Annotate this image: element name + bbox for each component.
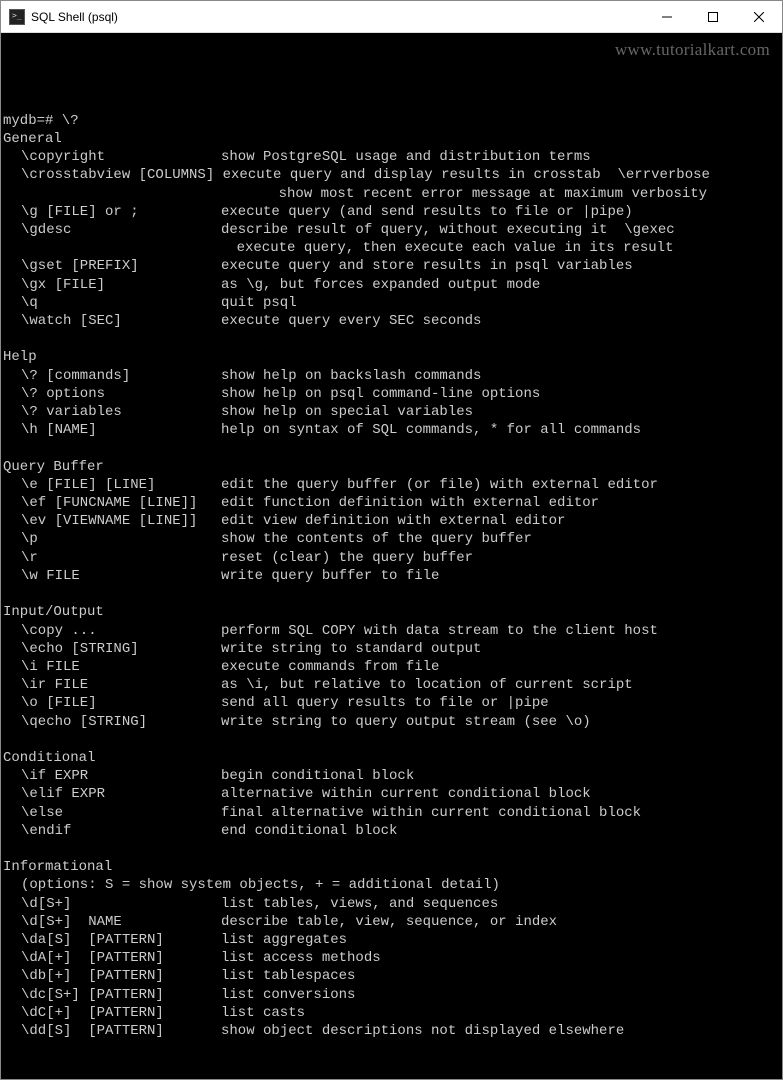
terminal-line: \d[S+] NAMEdescribe table, view, sequenc… [3,913,782,931]
terminal-line: \ir FILEas \i, but relative to location … [3,676,782,694]
terminal-line: \w FILEwrite query buffer to file [3,567,782,585]
terminal-line: \gdescdescribe result of query, without … [3,221,782,239]
terminal-line: \rreset (clear) the query buffer [3,549,782,567]
terminal-line: \i FILEexecute commands from file [3,658,782,676]
terminal-line: Query Buffer [3,458,782,476]
terminal-line [3,439,782,457]
terminal-line: \endifend conditional block [3,822,782,840]
terminal-line: Informational [3,858,782,876]
terminal-line: Help [3,348,782,366]
minimize-button[interactable] [644,1,690,32]
terminal-line: mydb=# \? [3,112,782,130]
terminal-line: \copy ...perform SQL COPY with data stre… [3,622,782,640]
maximize-button[interactable] [690,1,736,32]
terminal-line: \if EXPRbegin conditional block [3,767,782,785]
terminal-line: \pshow the contents of the query buffer [3,530,782,548]
terminal-line: \g [FILE] or ;execute query (and send re… [3,203,782,221]
terminal-line: \dA[+] [PATTERN]list access methods [3,949,782,967]
terminal-line: \qquit psql [3,294,782,312]
terminal-line [3,330,782,348]
terminal-line: \qecho [STRING]write string to query out… [3,713,782,731]
terminal-line: \dc[S+] [PATTERN]list conversions [3,986,782,1004]
terminal-line: Input/Output [3,603,782,621]
terminal-line: \da[S] [PATTERN]list aggregates [3,931,782,949]
terminal-line: \elif EXPRalternative within current con… [3,785,782,803]
terminal-line: \echo [STRING]write string to standard o… [3,640,782,658]
app-window: SQL Shell (psql) www.tutorialkart.com my… [0,0,783,1080]
app-icon [9,9,25,25]
terminal-line: \e [FILE] [LINE]edit the query buffer (o… [3,476,782,494]
terminal-line: (options: S = show system objects, + = a… [3,876,782,894]
terminal-line: \dd[S] [PATTERN]show object descriptions… [3,1022,782,1040]
terminal-line [3,94,782,112]
terminal-line: \watch [SEC]execute query every SEC seco… [3,312,782,330]
titlebar[interactable]: SQL Shell (psql) [1,1,782,33]
terminal-line: \crosstabview [COLUMNS] execute query an… [3,166,782,184]
terminal-line: \copyrightshow PostgreSQL usage and dist… [3,148,782,166]
terminal-line: \? optionsshow help on psql command-line… [3,385,782,403]
terminal-line [3,585,782,603]
terminal-line: \? [commands]show help on backslash comm… [3,367,782,385]
terminal-line: \o [FILE]send all query results to file … [3,694,782,712]
terminal-line: \ef [FUNCNAME [LINE]]edit function defin… [3,494,782,512]
terminal-line: \dC[+] [PATTERN]list casts [3,1004,782,1022]
terminal-line [3,840,782,858]
terminal-line: \gset [PREFIX]execute query and store re… [3,257,782,275]
window-controls [644,1,782,32]
terminal-line: \db[+] [PATTERN]list tablespaces [3,967,782,985]
terminal-line: \? variablesshow help on special variabl… [3,403,782,421]
window-title: SQL Shell (psql) [31,10,644,24]
close-button[interactable] [736,1,782,32]
terminal-line: \h [NAME]help on syntax of SQL commands,… [3,421,782,439]
terminal-line [3,731,782,749]
terminal-line: \ev [VIEWNAME [LINE]]edit view definitio… [3,512,782,530]
terminal-line: Conditional [3,749,782,767]
terminal-line: show most recent error message at maximu… [3,185,782,203]
terminal-area[interactable]: www.tutorialkart.com mydb=# \?General\co… [1,33,782,1079]
watermark-text: www.tutorialkart.com [615,41,770,59]
terminal-line: \d[S+]list tables, views, and sequences [3,895,782,913]
terminal-line: General [3,130,782,148]
terminal-line: execute query, then execute each value i… [3,239,782,257]
terminal-content: mydb=# \?General\copyrightshow PostgreSQ… [3,94,782,1041]
terminal-line: \gx [FILE]as \g, but forces expanded out… [3,276,782,294]
terminal-line: \elsefinal alternative within current co… [3,804,782,822]
